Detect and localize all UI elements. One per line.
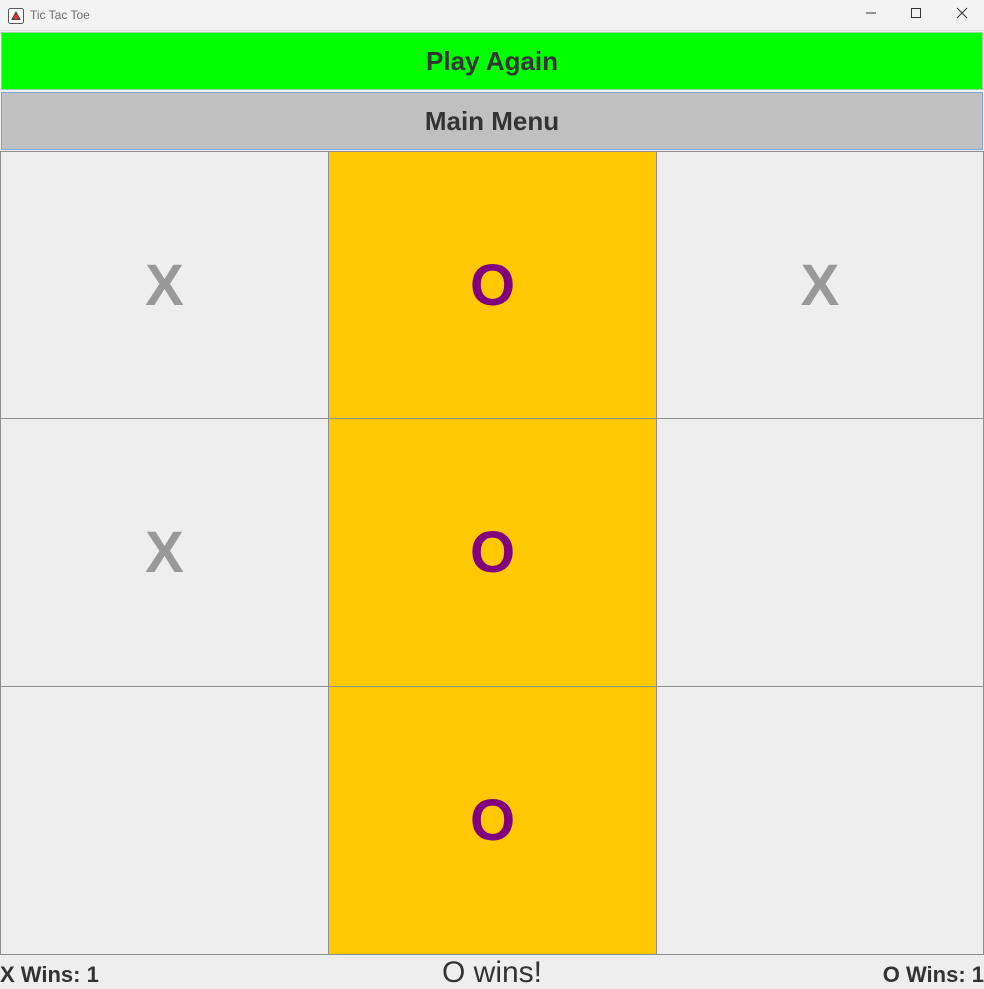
board-cell-2-2[interactable]: O (328, 418, 657, 687)
minimize-icon (865, 6, 877, 24)
play-again-button[interactable]: Play Again (1, 32, 983, 90)
close-icon (956, 6, 968, 24)
board-cell-1-2[interactable]: O (328, 151, 657, 419)
board-cell-3-1[interactable] (0, 686, 329, 955)
o-wins-label: O Wins: 1 (882, 962, 984, 987)
minimize-button[interactable] (848, 0, 894, 30)
java-app-icon (8, 8, 24, 24)
board-cell-2-3[interactable] (656, 418, 984, 687)
title-bar: Tic Tac Toe (0, 0, 984, 31)
cell-mark: O (469, 252, 516, 318)
maximize-icon (910, 6, 922, 24)
cell-mark: X (145, 520, 184, 585)
board-cell-1-3[interactable]: X (656, 151, 984, 419)
app-window: Tic Tac Toe Play Again Main Menu X O X X O O … (0, 0, 984, 989)
main-menu-button[interactable]: Main Menu (1, 92, 983, 150)
board-cell-3-3[interactable] (656, 686, 984, 955)
game-result-label: O wins! (441, 956, 543, 989)
status-bar: X Wins: 1 O wins! O Wins: 1 (0, 955, 984, 989)
close-button[interactable] (939, 0, 984, 30)
game-board: X O X X O O (0, 151, 984, 955)
cell-mark: O (469, 520, 516, 585)
cell-mark: X (145, 252, 184, 318)
cell-mark: X (800, 252, 840, 318)
window-title: Tic Tac Toe (30, 8, 90, 22)
board-cell-2-1[interactable]: X (0, 418, 329, 687)
board-cell-3-2[interactable]: O (328, 686, 657, 955)
maximize-button[interactable] (893, 0, 939, 30)
cell-mark: O (469, 788, 516, 853)
board-cell-1-1[interactable]: X (0, 151, 329, 419)
